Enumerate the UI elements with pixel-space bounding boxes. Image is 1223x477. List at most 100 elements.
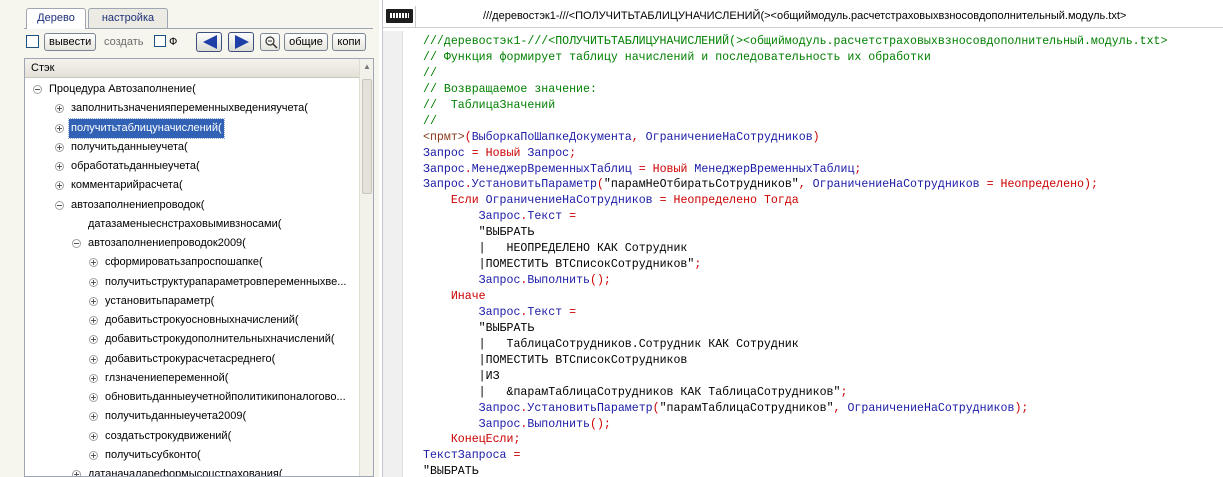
expand-icon[interactable] xyxy=(72,470,81,476)
copy-button[interactable]: копи xyxy=(332,33,366,51)
expand-icon[interactable] xyxy=(89,296,98,306)
tree-row[interactable]: обработатьданныеучета( xyxy=(25,157,359,176)
expand-icon[interactable] xyxy=(55,123,64,133)
toolbar-checkbox[interactable] xyxy=(26,35,39,48)
code-line: Запрос = Новый Запрос; xyxy=(423,146,1167,162)
code-token: Запрос xyxy=(478,274,521,288)
expand-icon[interactable] xyxy=(89,277,98,287)
tree-row-label: датазаменыеснстраховымивзносами( xyxy=(88,217,282,230)
tree-row[interactable]: добавитьстрокуосновныхначислений( xyxy=(25,311,359,330)
code-line: Запрос.Текст = xyxy=(423,305,1167,321)
expand-icon[interactable] xyxy=(55,162,64,171)
back-arrow-icon xyxy=(203,35,217,49)
expand-icon[interactable] xyxy=(55,142,64,152)
code-title-bar: ///деревостэк1-///<ПОЛУЧИТЬТАБЛИЦУНАЧИСЛ… xyxy=(383,6,1223,28)
code-token: , xyxy=(631,130,646,144)
expand-icon[interactable] xyxy=(55,104,64,114)
create-button[interactable]: создать xyxy=(104,35,143,49)
expand-icon[interactable] xyxy=(89,412,98,422)
expand-icon[interactable] xyxy=(89,373,98,383)
tab-tree[interactable]: Дерево xyxy=(26,8,86,29)
expand-icon[interactable] xyxy=(89,393,98,402)
tree-row[interactable]: датазаменыеснстраховымивзносами( xyxy=(25,215,359,234)
tree-row[interactable]: получитьсубконто( xyxy=(25,446,359,465)
collapse-icon[interactable] xyxy=(72,239,81,248)
tree-row[interactable]: автозаполнениепроводок( xyxy=(25,196,359,215)
tree-column-header: Стэк xyxy=(25,59,373,78)
tab-settings[interactable]: настройка xyxy=(88,8,168,28)
expand-icon[interactable] xyxy=(55,181,64,191)
code-token: ; xyxy=(840,385,848,399)
code-token: // ТаблицаЗначений xyxy=(423,98,556,112)
collapse-icon[interactable] xyxy=(55,200,64,210)
code-line: | НЕОПРЕДЕЛЕНО КАК Сотрудник xyxy=(423,241,1167,257)
forward-button[interactable] xyxy=(228,32,254,52)
code-token: Неопределено xyxy=(673,194,758,208)
expand-icon[interactable] xyxy=(89,354,98,364)
code-token: Тогда xyxy=(763,194,799,208)
collapse-icon[interactable] xyxy=(33,85,42,94)
tree-row[interactable]: комментарийрасчета( xyxy=(25,176,359,195)
tree-row[interactable]: добавитьстрокудополнительныхначислений( xyxy=(25,330,359,349)
tree-row[interactable]: датаначалареформысоцстрахования( xyxy=(25,465,359,476)
tree-row-label: Процедура Автозаполнение( xyxy=(49,83,196,95)
code-line: |ИЗ xyxy=(423,369,1167,385)
tree-row[interactable]: сформироватьзапроспошапке( xyxy=(25,253,359,272)
expand-icon[interactable] xyxy=(89,316,98,325)
common-button[interactable]: общие xyxy=(284,33,328,51)
code-line: Запрос.МенеджерВременныхТаблиц = Новый М… xyxy=(423,162,1167,178)
code-token: "ВЫБРАТЬ xyxy=(423,465,479,477)
code-token: // Функция формирует таблицу начислений … xyxy=(423,50,931,64)
tree-row[interactable]: получитьданныеучета2009( xyxy=(25,407,359,426)
tree-row[interactable]: получитьданныеучета( xyxy=(25,138,359,157)
tree-row[interactable]: автозаполнениепроводок2009( xyxy=(25,234,359,253)
expand-icon[interactable] xyxy=(89,258,98,268)
code-line: // Возвращаемое значение: xyxy=(423,82,1167,98)
stack-tree: Стэк ▲ Процедура Автозаполнение( заполнит… xyxy=(24,58,374,477)
code-token: ОграничениеНаСотрудников xyxy=(812,178,980,192)
code-line: |ПОМЕСТИТЬ ВТСписокСотрудников"; xyxy=(423,257,1167,273)
show-button[interactable]: вывести xyxy=(44,33,96,51)
tree-row[interactable]: заполнитьзначенияпеременныхведенияучета( xyxy=(25,99,359,118)
tree-row[interactable]: глзначениепеременной( xyxy=(25,369,359,388)
expand-icon[interactable] xyxy=(89,450,98,460)
tree-row[interactable]: добавитьстрокурасчетасреднего( xyxy=(25,350,359,369)
tree-row[interactable]: получитьтаблицуначислений( xyxy=(25,117,359,139)
code-line: Запрос.Выполнить(); xyxy=(423,273,1167,289)
code-line: // xyxy=(423,66,1167,82)
code-token: "парамТаблицаСотрудников" xyxy=(659,401,834,415)
code-token: |ПОМЕСТИТЬ ВТСписокСотрудников xyxy=(478,353,688,367)
code-token: (); xyxy=(590,274,611,288)
back-button[interactable] xyxy=(196,32,222,52)
scroll-thumb[interactable] xyxy=(362,79,372,194)
tree-row[interactable]: Процедура Автозаполнение( xyxy=(25,80,359,99)
tree-row[interactable]: создатьстрокудвижений( xyxy=(25,427,359,446)
code-token: . xyxy=(464,162,472,176)
expand-icon[interactable] xyxy=(89,431,98,441)
tree-row[interactable]: обновитьданныеучетнойполитикипоналогово.… xyxy=(25,388,359,407)
f-checkbox[interactable] xyxy=(154,35,166,47)
tree-row-label: комментарийрасчета( xyxy=(71,179,183,192)
code-token: ); xyxy=(1084,178,1098,192)
code-token: ; xyxy=(854,162,862,176)
code-token: , xyxy=(833,401,848,415)
tree-row-label: обработатьданныеучета( xyxy=(71,160,200,172)
code-editor[interactable]: ///деревостэк1-///<ПОЛУЧИТЬТАБЛИЦУНАЧИСЛ… xyxy=(423,34,1167,477)
zoom-icon xyxy=(265,36,278,49)
tree-scrollbar[interactable]: ▲ xyxy=(359,59,373,476)
code-token: ОграничениеНаСотрудников xyxy=(847,401,1015,415)
code-token: Если xyxy=(450,194,479,208)
code-token: . xyxy=(464,178,472,192)
tree-row[interactable]: получитьструктурапараметровпеременныхве.… xyxy=(25,273,359,292)
expand-icon[interactable] xyxy=(89,335,98,345)
scroll-up-icon[interactable]: ▲ xyxy=(363,63,371,71)
zoom-button[interactable] xyxy=(260,33,280,51)
tree-row[interactable]: установитьпараметр( xyxy=(25,292,359,311)
code-token: | ТаблицаСотрудников.Сотрудник КАК Сотру… xyxy=(478,337,799,351)
